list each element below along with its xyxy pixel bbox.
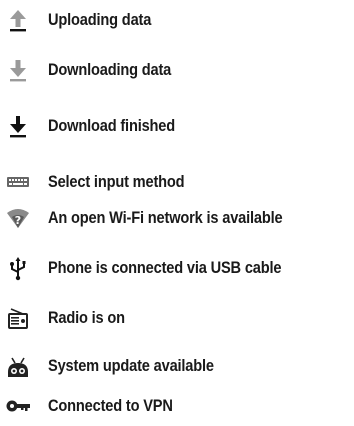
- list-item-label: Connected to VPN: [48, 396, 173, 415]
- list-item-label: Downloading data: [48, 60, 172, 79]
- list-item-label: Uploading data: [48, 10, 152, 29]
- vpn-key-icon: [4, 392, 32, 420]
- list-item-usb: Phone is connected via USB cable: [0, 248, 354, 288]
- list-item-label: Select input method: [48, 172, 185, 191]
- list-item-label: System update available: [48, 356, 214, 375]
- list-item-vpn: Connected to VPN: [0, 386, 354, 426]
- usb-icon: [4, 254, 32, 282]
- list-item-input-method: Select input method: [0, 162, 354, 202]
- list-item-label: Radio is on: [48, 308, 125, 327]
- list-item-label: An open Wi-Fi network is available: [48, 208, 283, 227]
- keyboard-icon: [4, 168, 32, 196]
- list-item-label: Phone is connected via USB cable: [48, 258, 282, 277]
- list-item-label: Download finished: [48, 116, 176, 135]
- download-done-icon: [4, 112, 32, 140]
- list-item-uploading: Uploading data: [0, 0, 354, 40]
- radio-icon: [4, 304, 32, 332]
- list-item-system-update: System update available: [0, 346, 354, 386]
- upload-icon: [4, 6, 32, 34]
- list-item-radio: Radio is on: [0, 298, 354, 338]
- system-update-icon: [4, 352, 32, 380]
- list-item-download-finished: Download finished: [0, 106, 354, 146]
- notification-icon-legend: Uploading data Downloading data Download…: [0, 0, 354, 426]
- list-item-downloading: Downloading data: [0, 50, 354, 90]
- list-item-open-wifi: ? An open Wi-Fi network is available: [0, 198, 354, 238]
- svg-text:?: ?: [15, 214, 21, 227]
- download-icon: [4, 56, 32, 84]
- wifi-open-icon: ?: [4, 204, 32, 232]
